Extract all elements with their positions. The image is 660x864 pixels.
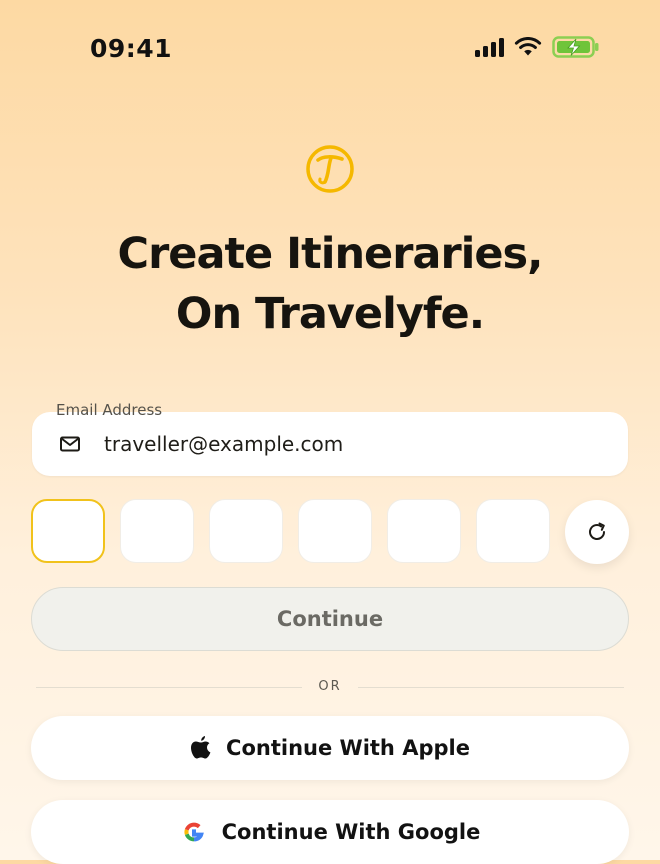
refresh-button[interactable] [565, 500, 629, 564]
email-input[interactable] [104, 412, 604, 476]
continue-with-google-button[interactable]: Continue With Google [31, 800, 629, 864]
status-icons [475, 36, 600, 58]
or-divider: OR [36, 676, 624, 700]
travelyfe-logo-icon [306, 145, 354, 193]
status-bar: 09:41 [0, 0, 660, 96]
continue-button[interactable]: Continue [31, 587, 629, 651]
page-title: Create Itineraries, On Travelyfe. [0, 224, 660, 344]
status-time: 09:41 [90, 34, 173, 63]
battery-charging-icon [552, 36, 599, 58]
wifi-icon [514, 37, 542, 56]
page-title-line-1: Create Itineraries, [117, 229, 544, 279]
divider-line-right [358, 687, 624, 688]
email-field[interactable] [32, 412, 628, 476]
otp-digit-6[interactable] [476, 499, 550, 563]
otp-digit-2[interactable] [120, 499, 194, 563]
refresh-icon [589, 522, 605, 540]
signal-icon [475, 37, 504, 57]
continue-with-google-label: Continue With Google [221, 820, 481, 844]
mail-icon [60, 436, 80, 452]
page-title-line-2: On Travelyfe. [175, 289, 485, 339]
apple-icon [191, 736, 211, 759]
otp-digit-4[interactable] [298, 499, 372, 563]
google-icon [184, 822, 204, 842]
otp-digit-3[interactable] [209, 499, 283, 563]
otp-digit-1[interactable] [31, 499, 105, 563]
email-label: Email Address [56, 401, 163, 419]
continue-with-apple-button[interactable]: Continue With Apple [31, 716, 629, 780]
continue-with-apple-label: Continue With Apple [226, 736, 470, 760]
otp-digit-5[interactable] [387, 499, 461, 563]
